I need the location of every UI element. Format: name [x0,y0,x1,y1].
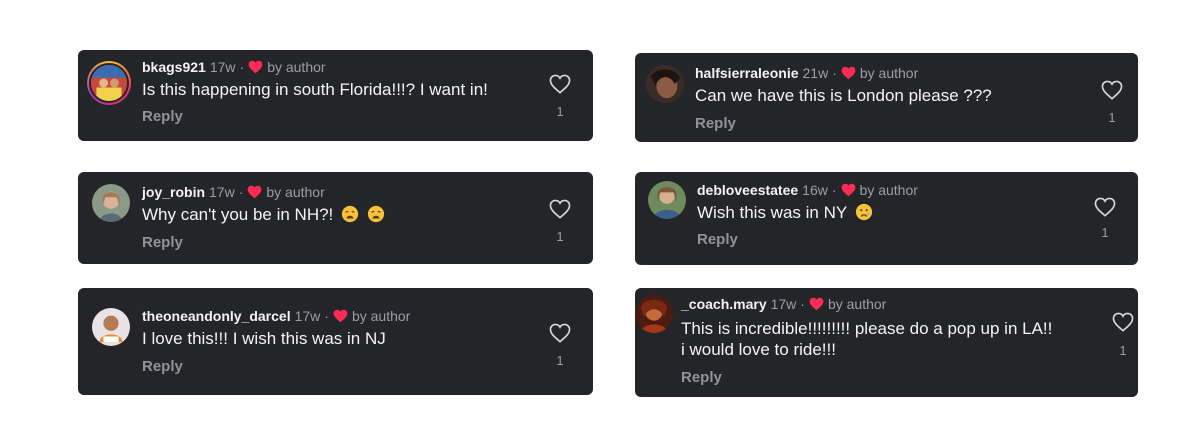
author-liked-heart-icon [841,66,856,80]
username[interactable]: _coach.mary [681,296,767,312]
comment-text-line: Wish this was in NY [697,202,873,224]
like-heart-icon[interactable] [549,323,571,343]
author-liked-heart-icon [333,309,348,323]
comment-text-line-2: i would love to ride!!! [681,340,836,359]
avatar-photo-icon [91,65,127,101]
author-liked-heart-icon [248,60,263,74]
avatar[interactable] [646,65,684,103]
like-heart-icon[interactable] [1112,312,1134,332]
separator: · [239,59,245,75]
username[interactable]: joy_robin [142,184,205,200]
timestamp: 17w [209,184,235,200]
avatar-photo-icon [92,308,130,346]
crying-face-emoji-icon [855,203,873,221]
comment-card: theoneandonly_darcel 17w · by author I l… [78,288,593,395]
by-author-badge: by author [827,296,887,312]
avatar-photo-icon [646,65,684,103]
avatar-photo-icon [92,184,130,222]
by-author-badge: by author [351,308,411,324]
avatar-photo-icon [648,181,686,219]
avatar[interactable] [87,61,131,105]
username[interactable]: debloveestatee [697,182,798,198]
reply-button[interactable]: Reply [695,115,736,132]
username[interactable]: theoneandonly_darcel [142,308,291,324]
username[interactable]: bkags921 [142,59,206,75]
comment-card: _coach.mary 17w · by author This is incr… [635,288,1138,397]
by-author-badge: by author [266,184,325,200]
comments-screenshot: bkags921 17w · by author Is this happeni… [0,0,1200,448]
author-liked-heart-icon [247,185,262,199]
reply-button[interactable]: Reply [697,231,738,248]
author-liked-heart-icon [841,183,856,197]
separator: · [832,65,837,81]
comment-text: Wish this was in NY [697,203,847,222]
by-author-badge: by author [859,182,918,198]
author-liked-heart-icon [809,297,824,311]
comment-card: debloveestatee 16w · by author Wish this… [635,172,1138,265]
comment-card: bkags921 17w · by author Is this happeni… [78,50,593,141]
separator: · [831,182,837,198]
avatar[interactable] [635,295,673,333]
reply-button[interactable]: Reply [681,369,722,386]
separator: · [238,184,244,200]
like-heart-icon[interactable] [549,199,571,219]
comment-card: joy_robin 17w · by author Why can't you … [78,172,593,264]
like-count: 1 [556,104,564,119]
avatar[interactable] [92,308,130,346]
avatar[interactable] [92,184,130,222]
comment-text: Is this happening in south Florida!!!? I… [142,80,488,99]
reply-button[interactable]: Reply [142,108,183,125]
separator: · [800,296,805,312]
timestamp: 17w [770,296,797,312]
weary-face-emoji-icon [367,205,385,223]
timestamp: 16w [802,182,828,198]
weary-face-emoji-icon [341,205,359,223]
comment-text: Can we have this is London please ??? [695,86,992,105]
like-count: 1 [1108,110,1116,125]
comment-text: I love this!!! I wish this was in NJ [142,329,386,348]
reply-button[interactable]: Reply [142,358,183,375]
like-count: 1 [1101,225,1109,240]
like-heart-icon[interactable] [549,74,571,94]
like-count: 1 [556,229,564,244]
like-heart-icon[interactable] [1094,197,1116,217]
timestamp: 17w [209,59,236,75]
comment-card: halfsierraleonie 21w · by author Can we … [635,53,1138,142]
avatar-photo-icon [635,295,673,333]
comment-text: This is incredible!!!!!!!!! please do a … [681,319,1053,338]
timestamp: 17w [294,308,321,324]
reply-button[interactable]: Reply [142,234,183,251]
username[interactable]: halfsierraleonie [695,65,799,81]
comment-text-line: Why can't you be in NH?! [142,204,385,226]
avatar[interactable] [648,181,686,219]
like-count: 1 [556,353,564,368]
like-count: 1 [1119,343,1127,358]
like-heart-icon[interactable] [1101,80,1123,100]
comment-text: Why can't you be in NH?! [142,205,334,224]
separator: · [324,308,329,324]
by-author-badge: by author [859,65,919,81]
by-author-badge: by author [267,59,326,75]
timestamp: 21w [802,65,829,81]
